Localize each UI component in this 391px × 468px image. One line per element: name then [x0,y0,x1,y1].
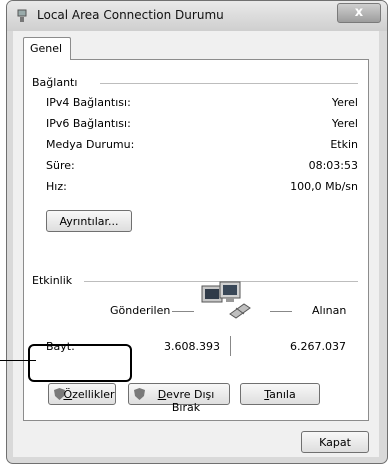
status-dialog: Local Area Connection Durumu x Genel Bağ… [6,0,388,464]
row-value: Yerel [331,96,358,109]
highlight-ring [28,344,132,382]
received-bytes: 6.267.037 [290,340,346,353]
sent-label: Gönderilen [110,304,171,317]
row-label: Hız: [46,180,67,193]
button-label: Ayrıntılar... [59,215,119,228]
properties-button[interactable]: Özellikler [48,383,116,405]
button-label: Tanıla [264,388,296,401]
sent-line [172,311,194,312]
close-window-button[interactable]: x [337,3,381,23]
media-row: Medya Durumu: Etkin [46,138,358,154]
tab-genel[interactable]: Genel [23,37,71,60]
row-value: Etkin [330,138,358,151]
disable-button[interactable]: Devre Dışı Bırak [128,383,230,414]
divider [100,83,358,84]
title-bar[interactable]: Local Area Connection Durumu x [7,1,387,31]
row-label: IPv4 Bağlantısı: [46,96,131,109]
row-value: 08:03:53 [308,159,358,172]
ipv4-row: IPv4 Bağlantısı: Yerel [46,96,358,112]
window-title: Local Area Connection Durumu [37,8,224,22]
button-label: Kapat [319,436,351,449]
duration-row: Süre: 08:03:53 [46,159,358,175]
button-label: Devre Dışı Bırak [157,388,215,414]
diagnose-button[interactable]: Tanıla [240,383,320,405]
row-value: Yerel [331,117,358,130]
received-line [270,311,292,312]
button-label: Özellikler [63,388,115,401]
callout-line [0,360,36,361]
row-label: Medya Durumu: [46,138,135,151]
close-button[interactable]: Kapat [301,431,369,453]
speed-row: Hız: 100,0 Mb/sn [46,180,358,196]
sent-bytes: 3.608.393 [164,340,220,353]
row-label: IPv6 Bağlantısı: [46,117,131,130]
divider [230,336,231,356]
close-icon: x [354,5,364,20]
row-label: Süre: [46,159,75,172]
activity-group-label: Etkinlik [32,274,73,287]
dialog-client: Genel Bağlantı IPv4 Bağlantısı: Yerel IP… [13,31,379,457]
tab-label: Genel [30,42,63,55]
details-button[interactable]: Ayrıntılar... [46,210,132,232]
row-value: 100,0 Mb/sn [290,180,358,193]
network-computers-icon [201,281,251,319]
received-label: Alınan [312,304,347,317]
connection-group-label: Bağlantı [32,76,78,89]
ipv6-row: IPv6 Bağlantısı: Yerel [46,117,358,133]
network-icon [17,9,27,22]
